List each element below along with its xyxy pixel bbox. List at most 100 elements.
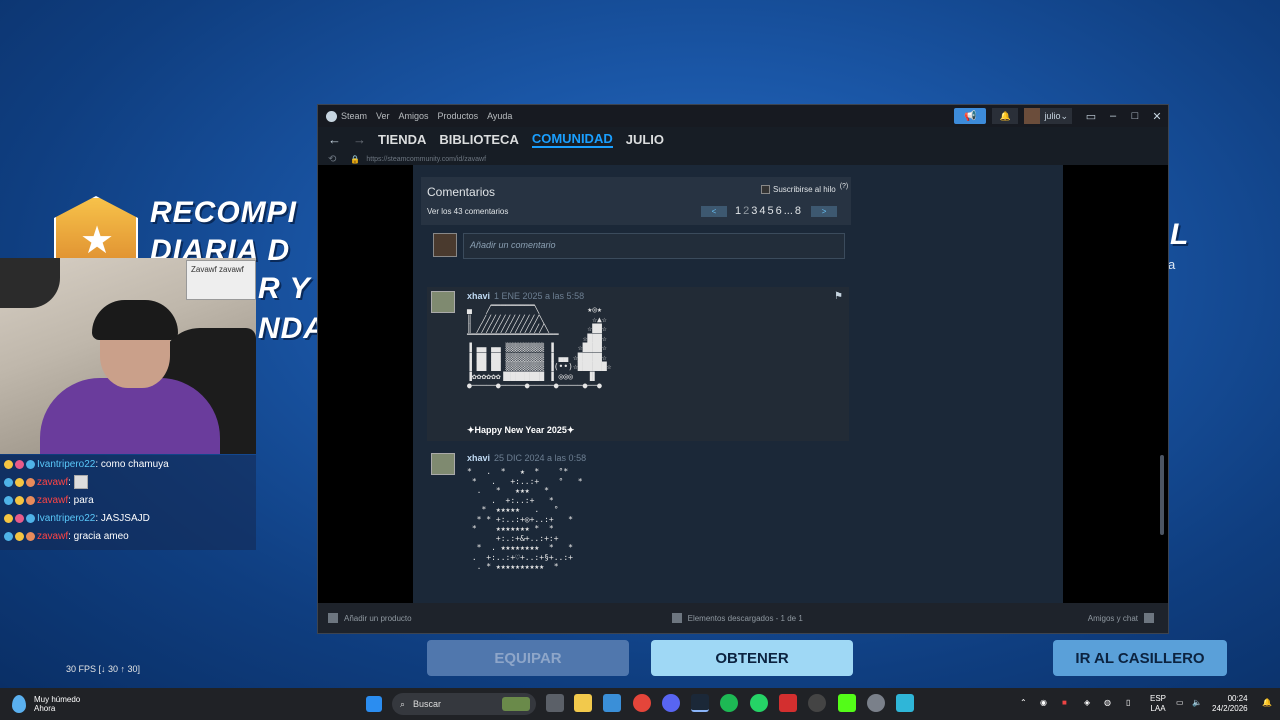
notifications-icon[interactable]: 🔔 bbox=[1262, 698, 1272, 707]
tab-julio[interactable]: JULIO bbox=[626, 132, 664, 147]
obs-icon[interactable] bbox=[808, 694, 826, 712]
announcement-icon[interactable]: 📢 bbox=[954, 108, 987, 124]
tray-bluetooth-icon[interactable]: ◈ bbox=[1084, 698, 1090, 707]
help-icon[interactable]: (?) bbox=[840, 183, 849, 190]
my-avatar bbox=[433, 233, 457, 257]
friends-chat-link[interactable]: Amigos y chat bbox=[1088, 614, 1138, 623]
clock[interactable]: 00:24 24/2/2026 bbox=[1212, 694, 1248, 714]
page-3[interactable]: 3 bbox=[751, 205, 757, 217]
page-5[interactable]: 5 bbox=[768, 205, 774, 217]
back-arrow-icon[interactable]: ← bbox=[328, 132, 341, 147]
add-product-link[interactable]: Añadir un producto bbox=[344, 614, 412, 623]
chat-text: : bbox=[68, 476, 71, 488]
discord-icon[interactable] bbox=[662, 694, 680, 712]
close-icon[interactable]: ✕ bbox=[1146, 110, 1168, 123]
commenter-avatar[interactable] bbox=[431, 453, 455, 475]
add-comment-input[interactable]: Añadir un comentario bbox=[463, 233, 845, 259]
network-icon[interactable]: ▭ bbox=[1176, 698, 1184, 707]
tray-discord-icon[interactable]: ◍ bbox=[1104, 698, 1111, 707]
search-label: Buscar bbox=[413, 699, 442, 709]
user-menu[interactable]: julio ⌄ bbox=[1024, 108, 1072, 124]
spotify-icon[interactable] bbox=[720, 694, 738, 712]
banner-right-small: a bbox=[1168, 257, 1176, 272]
lang-code: ESP bbox=[1150, 694, 1167, 703]
comment-author[interactable]: xhavi bbox=[467, 291, 490, 301]
page-2[interactable]: 2 bbox=[743, 205, 749, 217]
menu-steam[interactable]: Steam bbox=[341, 111, 367, 121]
weather-widget[interactable]: Muy húmedo Ahora bbox=[12, 695, 80, 713]
humidity-icon bbox=[12, 695, 26, 713]
steam-taskbar-icon[interactable] bbox=[691, 694, 709, 712]
badge-icon bbox=[26, 459, 35, 469]
task-view-icon[interactable] bbox=[546, 694, 564, 712]
banner-right-letter: L bbox=[1170, 218, 1190, 251]
view-all-comments-link[interactable]: Ver los 43 comentarios bbox=[427, 207, 508, 216]
user-avatar bbox=[1024, 108, 1041, 124]
badge-icon bbox=[15, 459, 24, 469]
chat-text: : gracia ameo bbox=[68, 530, 129, 542]
kick-icon[interactable] bbox=[838, 694, 856, 712]
notification-bell-icon[interactable]: 🔔 bbox=[992, 108, 1019, 124]
tray-mic-icon[interactable]: ▯ bbox=[1126, 698, 1130, 707]
refresh-icon[interactable]: ⟲ bbox=[328, 154, 336, 165]
page-6[interactable]: 6 bbox=[776, 205, 782, 217]
menu-amigos[interactable]: Amigos bbox=[399, 111, 429, 121]
report-flag-icon[interactable]: ⚑ bbox=[834, 291, 843, 302]
locker-button[interactable]: IR AL CASILLERO bbox=[1053, 640, 1227, 676]
tray-chevron-icon[interactable]: ⌃ bbox=[1020, 698, 1027, 707]
chrome-icon[interactable] bbox=[633, 694, 651, 712]
downloads-icon[interactable] bbox=[671, 613, 682, 623]
file-explorer-icon[interactable] bbox=[574, 694, 592, 712]
page-8[interactable]: 8 bbox=[795, 205, 801, 217]
taskbar-search[interactable]: ⌕ Buscar bbox=[392, 693, 536, 715]
tray-steam-icon[interactable]: ◉ bbox=[1040, 698, 1047, 707]
add-product-icon[interactable] bbox=[328, 613, 338, 623]
comment-author[interactable]: xhavi bbox=[467, 453, 490, 463]
badge-icon bbox=[4, 531, 13, 541]
comments-section: Comentarios Suscribirse al hilo (?) Ver l… bbox=[421, 177, 851, 609]
forward-arrow-icon[interactable]: → bbox=[353, 132, 366, 147]
obtain-button[interactable]: OBTENER bbox=[651, 640, 853, 676]
page-1[interactable]: 1 bbox=[735, 205, 741, 217]
tray-red-icon[interactable]: ■ bbox=[1062, 698, 1067, 707]
prev-page-button[interactable]: < bbox=[701, 205, 727, 217]
maximize-icon[interactable]: □ bbox=[1124, 110, 1146, 122]
equip-button[interactable]: EQUIPAR bbox=[427, 640, 629, 676]
volume-icon[interactable]: 🔈 bbox=[1192, 698, 1202, 707]
store-icon[interactable] bbox=[603, 694, 621, 712]
downloads-status[interactable]: Elementos descargados - 1 de 1 bbox=[688, 614, 803, 623]
language-indicator[interactable]: ESP LAA bbox=[1150, 694, 1166, 714]
tab-comunidad[interactable]: COMUNIDAD bbox=[531, 131, 613, 148]
menu-productos[interactable]: Productos bbox=[438, 111, 479, 121]
page-4[interactable]: 4 bbox=[759, 205, 765, 217]
tab-tienda[interactable]: TIENDA bbox=[378, 132, 426, 147]
big-picture-icon[interactable]: ▭ bbox=[1080, 110, 1102, 123]
menu-ver[interactable]: Ver bbox=[376, 111, 390, 121]
fortnite-icon[interactable] bbox=[896, 694, 914, 712]
comments-header: Comentarios Suscribirse al hilo (?) Ver l… bbox=[421, 177, 851, 225]
chat-line: Ivantripero22: JASJSAJD bbox=[0, 509, 256, 527]
scrollbar[interactable] bbox=[1160, 455, 1164, 535]
steam-window: Steam Ver Amigos Productos Ayuda 📢 🔔 jul… bbox=[317, 104, 1169, 634]
minimize-icon[interactable]: – bbox=[1102, 110, 1124, 122]
comment-entry: xhavi 25 DIC 2024 a las 0:58 * . * ★ * °*… bbox=[427, 449, 849, 609]
url-text[interactable]: https://steamcommunity.com/id/zavawf bbox=[366, 156, 486, 163]
app-red-icon[interactable] bbox=[779, 694, 797, 712]
tab-biblioteca[interactable]: BIBLIOTECA bbox=[439, 132, 518, 147]
settings-gear-icon[interactable] bbox=[867, 694, 885, 712]
menu-ayuda[interactable]: Ayuda bbox=[487, 111, 512, 121]
next-page-button[interactable]: > bbox=[811, 205, 838, 217]
whatsapp-icon[interactable] bbox=[750, 694, 768, 712]
friends-chat-icon[interactable] bbox=[1144, 613, 1154, 623]
chevron-down-icon: ⌄ bbox=[1060, 110, 1068, 121]
stream-chat: Ivantripero22: como chamuya zavawf: zava… bbox=[0, 455, 256, 550]
subscribe-checkbox[interactable]: Suscribirse al hilo (?) bbox=[761, 183, 849, 194]
commenter-avatar[interactable] bbox=[431, 291, 455, 313]
clock-time: 00:24 bbox=[1227, 694, 1248, 703]
search-icon: ⌕ bbox=[400, 698, 406, 709]
windows-start-icon[interactable] bbox=[366, 696, 382, 712]
badge-icon bbox=[15, 495, 24, 505]
clock-date: 24/2/2026 bbox=[1212, 704, 1248, 713]
chat-username: Ivantripero22 bbox=[37, 512, 96, 524]
badge-icon bbox=[4, 459, 13, 469]
